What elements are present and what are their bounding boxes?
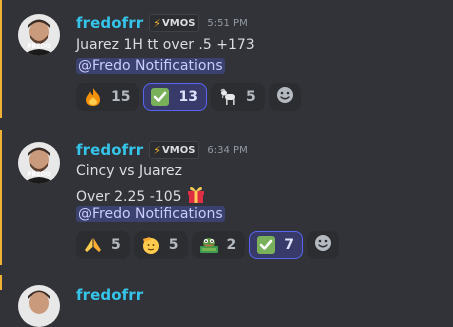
reaction-check-mark[interactable]: 13 [143, 83, 207, 111]
message-text: Over 2.25 -105 [76, 189, 182, 205]
timestamp: 5:51 PM [207, 17, 248, 29]
reaction-fire[interactable]: 15 [76, 83, 140, 111]
server-tag-label: VMOS [162, 144, 196, 156]
message: FREDO fredofrr ⚡ VMOS 5:51 PM Juarez 1H t… [0, 0, 453, 118]
avatar[interactable]: FREDO [18, 14, 60, 56]
svg-text:FREDO: FREDO [28, 43, 51, 50]
smiley-icon [276, 86, 294, 108]
message-header: fredofrr ⚡ VMOS 5:51 PM [76, 14, 248, 32]
message-text: Cincy vs Juarez [76, 163, 182, 179]
goat-emoji-icon [218, 87, 238, 107]
gift-icon [186, 184, 206, 208]
mention-highlight-bar [0, 275, 2, 290]
praying-hands-emoji-icon [83, 235, 103, 255]
reaction-count: 13 [178, 89, 198, 105]
username[interactable]: fredofrr [76, 286, 143, 304]
lightning-icon: ⚡ [153, 16, 161, 30]
server-tag[interactable]: ⚡ VMOS [149, 141, 200, 159]
server-tag-label: VMOS [162, 17, 196, 29]
reaction-count: 7 [284, 237, 294, 253]
message-header: fredofrr [76, 286, 143, 304]
message-text-line-2: Over 2.25 -105 [76, 184, 206, 208]
add-reaction-button[interactable] [268, 83, 301, 111]
lightning-icon: ⚡ [153, 143, 161, 157]
role-mention[interactable]: @Fredo Notifications [76, 206, 225, 222]
timestamp: 6:34 PM [207, 144, 248, 156]
reaction-count: 5 [111, 237, 121, 253]
fire-emoji-icon [83, 87, 103, 107]
avatar[interactable] [18, 285, 60, 327]
reaction-count: 2 [226, 237, 237, 253]
reaction-check-mark[interactable]: 7 [249, 231, 303, 259]
reaction-saluting-face[interactable]: 5 [133, 231, 188, 259]
check-mark-emoji-icon [150, 87, 170, 107]
message-header: fredofrr ⚡ VMOS 6:34 PM [76, 141, 248, 159]
role-mention[interactable]: @Fredo Notifications [76, 58, 225, 74]
reactions-bar: 5 5 2 7 [76, 231, 339, 259]
reaction-count: 5 [168, 237, 179, 253]
message: FREDO fredofrr ⚡ VMOS 6:34 PM Cincy vs Ju… [0, 130, 453, 265]
avatar[interactable]: FREDO [18, 142, 60, 184]
message-mention-line: @Fredo Notifications [76, 58, 225, 74]
message-mention-line: @Fredo Notifications [76, 206, 225, 222]
username[interactable]: fredofrr [76, 14, 143, 32]
reaction-count: 15 [111, 89, 131, 105]
message: fredofrr [0, 275, 453, 327]
reaction-frog-money[interactable]: 2 [191, 231, 246, 259]
frog-money-emoji-icon [199, 235, 219, 255]
svg-text:FREDO: FREDO [28, 171, 51, 178]
username[interactable]: fredofrr [76, 141, 143, 159]
mention-highlight-bar [0, 0, 2, 118]
reactions-bar: 15 13 5 [76, 83, 301, 111]
mention-highlight-bar [0, 130, 2, 265]
server-tag[interactable]: ⚡ VMOS [149, 14, 200, 32]
reaction-praying-hands[interactable]: 5 [76, 231, 130, 259]
reaction-goat[interactable]: 5 [210, 83, 265, 111]
smiley-icon [314, 234, 332, 256]
check-mark-emoji-icon [256, 235, 276, 255]
saluting-face-emoji-icon [141, 235, 161, 255]
add-reaction-button[interactable] [307, 231, 339, 259]
message-text: Juarez 1H tt over .5 +173 [76, 37, 255, 53]
reaction-count: 5 [245, 89, 256, 105]
